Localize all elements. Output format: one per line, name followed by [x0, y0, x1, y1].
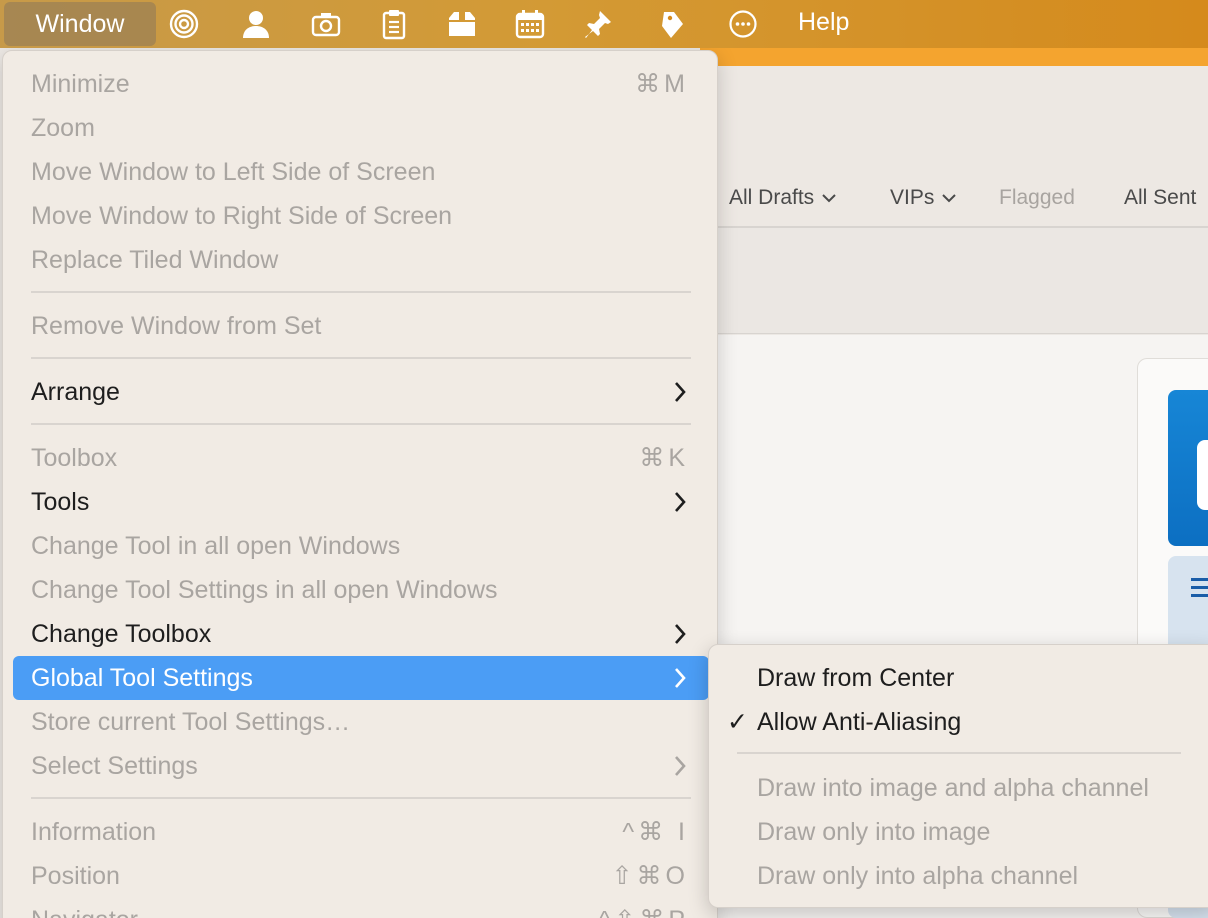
- menu-item-label: Change Tool Settings in all open Windows: [31, 575, 498, 604]
- tab-flagged[interactable]: Flagged: [999, 186, 1075, 210]
- person-icon[interactable]: [238, 6, 274, 42]
- menu-item-shortcut: ⇧⌘O: [611, 862, 689, 890]
- submenu-item-draw-from-center[interactable]: Draw from Center: [719, 656, 1208, 700]
- menu-item-label: Change Tool in all open Windows: [31, 531, 401, 560]
- menu-item-label: Change Toolbox: [31, 619, 212, 648]
- menubar-window-menu[interactable]: Window: [4, 2, 156, 46]
- list-icon[interactable]: [1191, 578, 1208, 598]
- menu-item-shortcut: ⌘K: [639, 444, 689, 472]
- menu-item-toolbox[interactable]: Toolbox ⌘K: [13, 436, 709, 480]
- menu-item-replace-tiled[interactable]: Replace Tiled Window: [13, 238, 709, 282]
- menu-item-change-tool-settings-all[interactable]: Change Tool Settings in all open Windows: [13, 568, 709, 612]
- background-window-strip: [700, 48, 1208, 66]
- chevron-right-icon: [673, 622, 687, 646]
- checkmark-icon: ✓: [727, 708, 748, 736]
- menu-item-remove-from-set[interactable]: Remove Window from Set: [13, 304, 709, 348]
- submenu-item-label: Allow Anti-Aliasing: [757, 707, 962, 736]
- submenu-item-draw-image-and-alpha[interactable]: Draw into image and alpha channel: [719, 766, 1208, 810]
- submenu-item-draw-only-image[interactable]: Draw only into image: [719, 810, 1208, 854]
- chevron-right-icon: [673, 754, 687, 778]
- menu-item-change-toolbox[interactable]: Change Toolbox: [13, 612, 709, 656]
- chevron-down-icon: [822, 194, 836, 203]
- menu-item-label: Navigator: [31, 906, 138, 918]
- menu-item-navigator[interactable]: Navigator ^⇧⌘P: [13, 898, 709, 918]
- chevron-right-icon: [673, 490, 687, 514]
- menu-item-label: Store current Tool Settings…: [31, 707, 351, 736]
- tab-all-drafts[interactable]: All Drafts: [729, 186, 836, 210]
- ellipsis-circle-icon[interactable]: [725, 6, 761, 42]
- tab-label: Flagged: [999, 186, 1075, 209]
- menu-item-store-tool-settings[interactable]: Store current Tool Settings…: [13, 700, 709, 744]
- menu-item-select-settings[interactable]: Select Settings: [13, 744, 709, 788]
- window-menu-dropdown: Minimize ⌘M Zoom Move Window to Left Sid…: [2, 50, 718, 918]
- background-mailbox-tabs: All Drafts VIPs Flagged All Sent: [700, 176, 1208, 222]
- menu-item-shortcut: ^⌘ I: [622, 818, 689, 846]
- menu-item-position[interactable]: Position ⇧⌘O: [13, 854, 709, 898]
- pin-icon[interactable]: [580, 6, 616, 42]
- submenu-item-anti-aliasing[interactable]: ✓ Allow Anti-Aliasing: [719, 700, 1208, 744]
- menu-separator: [31, 797, 691, 799]
- chevron-right-icon: [673, 380, 687, 404]
- menu-item-global-tool-settings[interactable]: Global Tool Settings: [13, 656, 709, 700]
- menu-item-minimize[interactable]: Minimize ⌘M: [13, 62, 709, 106]
- menu-item-label: Arrange: [31, 377, 120, 406]
- menu-item-label: Replace Tiled Window: [31, 245, 279, 274]
- tab-vips[interactable]: VIPs: [890, 186, 957, 210]
- menu-item-shortcut: ⌘M: [635, 70, 689, 98]
- submenu-item-label: Draw only into alpha channel: [757, 861, 1079, 890]
- menu-item-label: Global Tool Settings: [31, 663, 253, 692]
- menu-item-information[interactable]: Information ^⌘ I: [13, 810, 709, 854]
- menu-bar: Window Help: [0, 0, 1208, 48]
- calendar-icon[interactable]: [512, 6, 548, 42]
- tab-label: All Drafts: [729, 186, 815, 209]
- chevron-right-icon: [673, 666, 687, 690]
- menu-item-label: Select Settings: [31, 751, 198, 780]
- menu-item-label: Move Window to Right Side of Screen: [31, 201, 453, 230]
- menu-item-label: Position: [31, 861, 120, 890]
- tab-label: All Sent: [1124, 186, 1197, 209]
- box-icon[interactable]: [444, 6, 480, 42]
- submenu-item-label: Draw from Center: [757, 663, 955, 692]
- menu-item-label: Minimize: [31, 69, 130, 98]
- menu-item-change-tool-all[interactable]: Change Tool in all open Windows: [13, 524, 709, 568]
- chevron-down-icon: [942, 194, 957, 203]
- menu-item-label: Remove Window from Set: [31, 311, 322, 340]
- submenu-item-label: Draw only into image: [757, 817, 991, 846]
- menu-item-shortcut: ^⇧⌘P: [599, 905, 689, 918]
- background-subheader: [700, 228, 1208, 334]
- global-tool-settings-submenu: Draw from Center ✓ Allow Anti-Aliasing D…: [708, 644, 1208, 908]
- background-banner-shape: [1197, 440, 1208, 510]
- menu-item-zoom[interactable]: Zoom: [13, 106, 709, 150]
- tab-all-sent[interactable]: All Sent: [1124, 186, 1196, 210]
- menu-item-move-left[interactable]: Move Window to Left Side of Screen: [13, 150, 709, 194]
- menu-item-tools[interactable]: Tools: [13, 480, 709, 524]
- tag-icon[interactable]: [654, 6, 690, 42]
- menu-separator: [31, 291, 691, 293]
- menubar-help-menu[interactable]: Help: [798, 8, 849, 37]
- clipboard-icon[interactable]: [376, 6, 412, 42]
- menu-item-label: Move Window to Left Side of Screen: [31, 157, 436, 186]
- submenu-item-draw-only-alpha[interactable]: Draw only into alpha channel: [719, 854, 1208, 898]
- menu-item-label: Information: [31, 817, 157, 846]
- menu-item-label: Tools: [31, 487, 90, 516]
- menu-separator: [31, 357, 691, 359]
- target-icon[interactable]: [166, 6, 202, 42]
- camera-icon[interactable]: [308, 6, 344, 42]
- tab-label: VIPs: [890, 186, 935, 209]
- menu-separator: [31, 423, 691, 425]
- menu-item-label: Toolbox: [31, 443, 118, 472]
- submenu-item-label: Draw into image and alpha channel: [757, 773, 1149, 802]
- menu-separator: [737, 752, 1181, 754]
- menu-item-arrange[interactable]: Arrange: [13, 370, 709, 414]
- menu-item-label: Zoom: [31, 113, 95, 142]
- menu-item-move-right[interactable]: Move Window to Right Side of Screen: [13, 194, 709, 238]
